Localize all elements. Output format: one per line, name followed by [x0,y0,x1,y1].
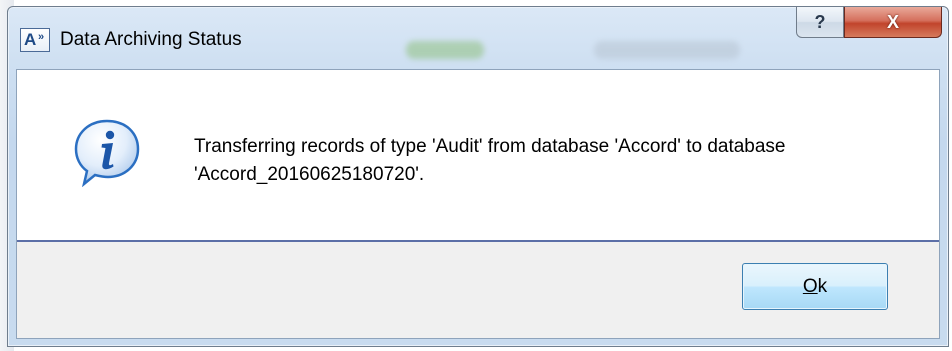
help-icon: ? [814,12,826,32]
ok-button-label: k [817,275,828,297]
dialog-body: Transferring records of type 'Audit' fro… [16,69,940,339]
message-area: Transferring records of type 'Audit' fro… [17,70,939,242]
screen: A » Data Archiving Status ? X Transferri… [0,0,952,351]
ok-button[interactable]: Ok [742,263,888,310]
title-bar[interactable]: A » Data Archiving Status ? X [8,7,948,69]
app-icon-letter: A [24,30,37,49]
window-title: Data Archiving Status [60,29,242,50]
app-icon-suffix: » [38,31,45,43]
dialog-window: A » Data Archiving Status ? X Transferri… [7,6,949,347]
info-icon [74,119,140,187]
status-message: Transferring records of type 'Audit' fro… [194,136,786,185]
help-button[interactable]: ? [796,7,844,38]
ok-button-mnemonic: O [802,275,818,297]
close-icon: X [886,12,899,32]
background-blur-tab [406,41,484,59]
button-bar: Ok [17,242,939,338]
background-blur-tab [594,41,740,59]
close-button[interactable]: X [844,7,942,38]
app-icon: A » [20,28,50,52]
